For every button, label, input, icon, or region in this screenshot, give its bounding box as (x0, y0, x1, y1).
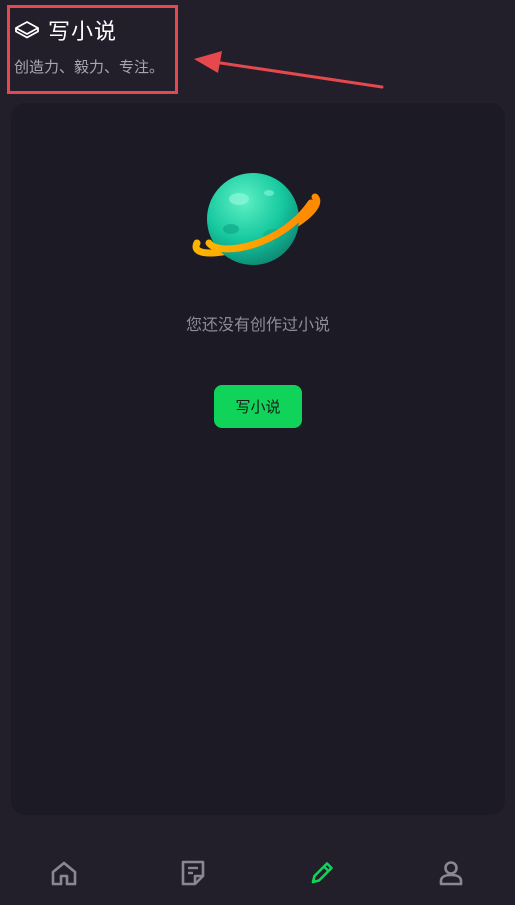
pencil-icon (311, 861, 333, 883)
empty-state-card: 您还没有创作过小说 写小说 (11, 103, 505, 815)
planet-icon (192, 173, 321, 265)
nav-item-profile[interactable] (386, 840, 515, 905)
nav-item-home[interactable] (0, 840, 129, 905)
empty-state-message: 您还没有创作过小说 (185, 315, 330, 334)
page-header: 写小说 创造力、毅力、专注。 (14, 14, 174, 84)
nav-item-write[interactable] (258, 840, 387, 905)
home-icon (52, 861, 77, 885)
nav-item-notes[interactable] (129, 840, 258, 905)
book-icon (14, 19, 40, 41)
write-novel-button[interactable]: 写小说 (214, 385, 302, 428)
note-icon (181, 860, 205, 885)
user-icon (439, 860, 462, 885)
page-title: 写小说 (48, 20, 118, 45)
screen: 写小说 创造力、毅力、专注。 您还没有创作过小说 写小说 (0, 0, 515, 905)
annotation-arrow-icon (194, 51, 384, 89)
title-row: 写小说 (14, 14, 174, 46)
page-subtitle: 创造力、毅力、专注。 (14, 58, 165, 76)
bottom-nav (0, 840, 515, 905)
